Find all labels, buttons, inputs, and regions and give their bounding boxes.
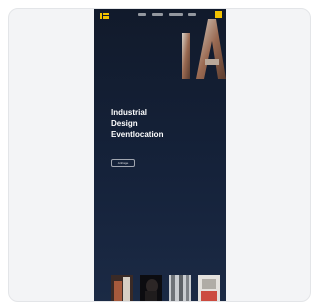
hero-title-line: Design — [111, 119, 138, 128]
nav-link[interactable] — [138, 13, 146, 16]
gallery-strip — [111, 275, 223, 302]
hero-button[interactable]: Anfrage — [111, 159, 135, 167]
photo-thumbnail-icon[interactable] — [169, 275, 191, 302]
preview-card[interactable]: Industrial Design Eventlocation Anfrage — [8, 8, 311, 302]
nav-link[interactable] — [152, 13, 163, 16]
hero-title-line: Industrial — [111, 108, 148, 117]
ia-monogram-icon — [182, 19, 226, 79]
photo-thumbnail-icon[interactable] — [111, 275, 133, 302]
website-preview[interactable]: Industrial Design Eventlocation Anfrage — [94, 9, 226, 302]
photo-thumbnail-icon[interactable] — [140, 275, 162, 302]
ia-logo-icon[interactable] — [100, 13, 110, 19]
hero-title: Industrial Design Eventlocation — [111, 107, 163, 140]
photo-thumbnail-icon[interactable] — [198, 275, 220, 302]
hero-title-line: Eventlocation — [111, 130, 164, 139]
